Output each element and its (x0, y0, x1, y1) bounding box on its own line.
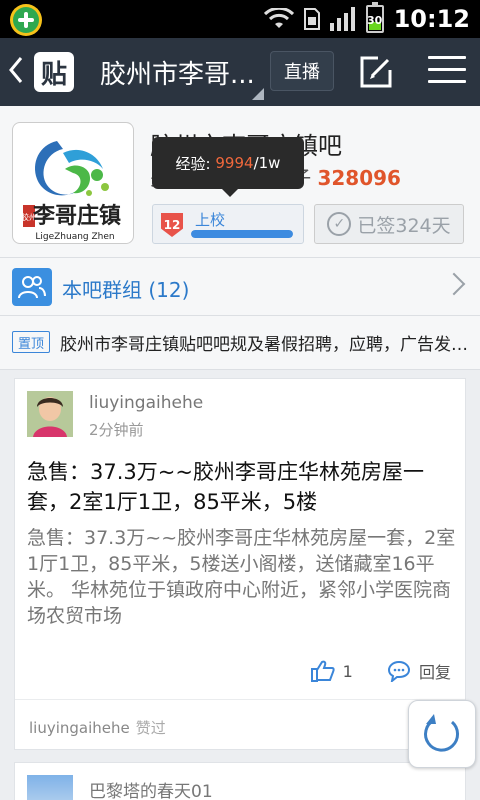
like-button[interactable]: 1 (310, 660, 353, 682)
level-name: 上校 (195, 211, 226, 229)
forum-logo-subtext: LigeZhuang Zhen (35, 232, 114, 242)
menu-icon-line (428, 56, 466, 59)
group-icon (12, 268, 52, 306)
post-author[interactable]: 巴黎塔的春天01 (89, 777, 213, 800)
live-button[interactable]: 直播 (270, 51, 334, 91)
post-title[interactable]: 急售：37.3万~~胶州李哥庄华林苑房屋一套，2室1厅1卫，85平米，5楼 (27, 457, 457, 517)
chevron-right-icon (442, 272, 466, 296)
level-progress-bar (191, 230, 293, 238)
comment-icon (387, 660, 410, 682)
experience-tooltip: 经验: 9994 /1w (152, 137, 304, 197)
pinned-badge: 置顶 (12, 331, 50, 353)
level-badge: 12 (161, 213, 183, 237)
check-icon: ✓ (327, 212, 352, 236)
pinned-post-row[interactable]: 置顶 胶州市李哥庄镇贴吧吧规及暑假招聘，应聘，广告发布规则 (0, 316, 480, 370)
refresh-icon (424, 714, 460, 752)
chevron-left-icon (9, 57, 23, 83)
experience-current: 9994 (215, 154, 254, 172)
forum-group-row[interactable]: 本吧群组 (12) (0, 258, 480, 316)
page-title[interactable]: 胶州市李哥... (100, 54, 255, 91)
experience-total: /1w (253, 154, 281, 172)
signal-icon (329, 7, 355, 31)
pinned-post-title: 胶州市李哥庄镇贴吧吧规及暑假招聘，应聘，广告发布规则 (60, 335, 470, 355)
post-card[interactable]: liuyingaihehe 2分钟前 急售：37.3万~~胶州李哥庄华林苑房屋一… (14, 378, 466, 750)
title-bar: 贴 胶州市李哥... 直播 (0, 38, 480, 106)
menu-icon-line (428, 80, 466, 83)
tieba-logo[interactable]: 贴 (34, 52, 74, 92)
avatar[interactable] (27, 775, 73, 800)
status-bar: 30 10:12 (0, 0, 480, 38)
post-author[interactable]: liuyingaihehe (89, 393, 203, 413)
edit-icon (360, 56, 392, 88)
post-liked-by: liuyingaihehe 赞过 (29, 717, 166, 738)
group-label: 本吧群组 (12) (62, 278, 190, 302)
level-progress-fill (191, 230, 293, 238)
post-card[interactable]: 巴黎塔的春天01 (14, 762, 466, 800)
post-time: 2分钟前 (89, 421, 144, 439)
liked-label: 赞过 (135, 719, 166, 737)
post-body[interactable]: 急售：37.3万~~胶州李哥庄华林苑房屋一套，2室1厅1卫，85平米，5楼送小阁… (27, 525, 459, 629)
battery-level: 30 (366, 14, 383, 27)
thumbs-up-icon (310, 660, 335, 682)
back-button[interactable] (8, 56, 24, 91)
forum-logo-text: 李哥庄镇 (32, 203, 121, 229)
forum-logo-icon: 胶州 李哥庄镇 LigeZhuang Zhen (21, 141, 121, 242)
posts-count: 328096 (317, 166, 401, 190)
menu-icon-line (428, 68, 466, 71)
reply-button[interactable]: 回复 (387, 659, 451, 683)
signed-in-button[interactable]: ✓ 已签324天 (314, 204, 464, 244)
experience-label: 经验: (175, 154, 211, 173)
sim-icon (303, 8, 320, 30)
forum-avatar[interactable]: 胶州 李哥庄镇 LigeZhuang Zhen (12, 122, 134, 244)
clock: 10:12 (393, 5, 470, 33)
dropdown-corner-icon (252, 88, 264, 100)
battery-icon: 30 (365, 2, 384, 33)
avatar[interactable] (27, 391, 73, 437)
level-box[interactable]: 12 上校 (152, 204, 304, 244)
edit-button[interactable] (358, 54, 394, 90)
liker-name[interactable]: liuyingaihehe (29, 719, 130, 737)
menu-button[interactable] (428, 56, 466, 88)
like-count: 1 (342, 661, 353, 681)
divider (15, 699, 465, 700)
post-actions: 1 回复 (310, 659, 451, 683)
app-notification-icon (10, 4, 42, 36)
refresh-button[interactable] (408, 700, 476, 768)
reply-label: 回复 (418, 663, 451, 682)
signed-label: 已签324天 (357, 214, 451, 237)
wifi-icon (263, 8, 294, 28)
